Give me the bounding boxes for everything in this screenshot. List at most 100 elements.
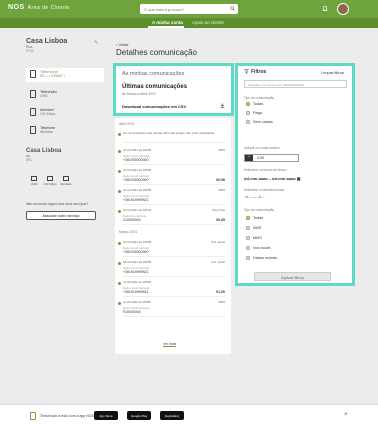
sidebar-item-tv[interactable]: Televisão UHD: [26, 88, 104, 102]
appgallery-button[interactable]: AppGallery: [160, 411, 184, 420]
table-row[interactable]: 19.03.2021 às 19h55 Voz móvel Rede móvel n…: [118, 240, 225, 257]
row-number: 210000000: [123, 218, 141, 222]
status-dot: [118, 302, 121, 305]
row-date: 19.04.2021 às 18h31: [123, 208, 152, 212]
search-input[interactable]: O que está à procura?: [140, 4, 238, 14]
table-row[interactable]: 11.03.2021 às 18h55 Rede móvel nacional +3…: [118, 280, 225, 297]
radio-comm-sms[interactable]: SMS: [246, 226, 261, 230]
row-number: +351930000000: [123, 158, 149, 162]
router-icon: [47, 176, 53, 181]
number-search-input[interactable]: Pesquise um número (ex: 920000000000): [244, 80, 347, 88]
radio-button[interactable]: [246, 246, 250, 250]
table-row[interactable]: 21.04.2021 às 18h55 Rede móvel nacional +3…: [118, 168, 225, 185]
row-number: +351930000000: [123, 250, 149, 254]
download-icon[interactable]: [220, 103, 225, 108]
cost-value[interactable]: 0,00: [257, 156, 264, 160]
nos-logo[interactable]: NOS Área de Cliente: [8, 4, 70, 11]
row-type: SMS: [218, 148, 225, 152]
google-play-button[interactable]: Google Play: [127, 411, 151, 420]
status-dot: [118, 133, 121, 136]
communications-list: Abril 2021 As comunicações das últimas 4…: [115, 118, 231, 354]
tab-support[interactable]: Apoio ao cliente: [192, 20, 224, 25]
communications-card: As minhas comunicações Últimas comunicaç…: [113, 63, 234, 116]
filters-title-text: Filtros: [251, 69, 267, 75]
second-account-title: Casa Lisboa: [26, 148, 62, 154]
radio-button[interactable]: [246, 226, 250, 230]
download-csv-link[interactable]: Download comunicações em CSV: [122, 104, 186, 109]
time-to[interactable]: --h --: [257, 195, 265, 199]
table-row[interactable]: 21.04.2021 às 18h55 SMS Rede móvel naciona…: [118, 188, 225, 205]
sidebar-item-internet[interactable]: Internet 100 Mbps: [26, 106, 104, 120]
radio-button[interactable]: [246, 216, 250, 220]
tab-my-account[interactable]: A minha conta: [152, 20, 183, 25]
radio-type-all[interactable]: Todas: [246, 102, 263, 106]
back-link[interactable]: ‹ Voltar: [116, 42, 129, 47]
row-number: +351919999521: [123, 290, 149, 294]
table-row[interactable]: 11.03.2021 às 18h55 SMS Rede móvel naciona…: [118, 300, 225, 317]
radio-label: Voz móvel: [253, 246, 271, 250]
radio-comm-data[interactable]: Dados móveis: [246, 256, 277, 260]
second-address-2: 3ºC: [26, 158, 32, 162]
time-from[interactable]: --h --: [244, 195, 252, 199]
radio-button[interactable]: [246, 256, 250, 260]
row-date: 19.03.2021 às 19h55: [123, 240, 152, 244]
avatar[interactable]: [337, 3, 349, 15]
radio-button[interactable]: [246, 236, 250, 240]
radio-button[interactable]: [246, 111, 250, 115]
phone-icon: [30, 70, 36, 78]
status-dot: [118, 210, 121, 213]
row-number: +351930000000: [123, 178, 149, 182]
date-to[interactable]: dd-mm-aaaa: [272, 176, 296, 181]
top-bar: NOS Área de Cliente O que está à procura?: [0, 0, 378, 18]
edit-icon[interactable]: ✎: [94, 40, 98, 46]
radio-label: Todas: [253, 102, 264, 106]
sidebar-item-phone[interactable]: Telefone Ilimitado: [26, 124, 104, 138]
note-text: As comunicações das últimas 48 horas pod…: [123, 131, 215, 135]
second-account[interactable]: Casa Lisboa Av. 3ºC: [26, 148, 61, 162]
bell-icon[interactable]: [322, 5, 328, 12]
table-row[interactable]: 21.04.2021 às 18h55 SMS Rede móvel naciona…: [118, 148, 225, 165]
app-store-button[interactable]: App Store: [94, 411, 118, 420]
mini-label: 100 Mbps: [43, 182, 57, 186]
sidebar-item-mobile[interactable]: Telemóvel 93 — / 479007 \: [26, 68, 104, 82]
app-banner-text: Tenha tudo à mão com a app NOS: [40, 414, 94, 418]
row-number: +351919999521: [123, 198, 149, 202]
row-date: 18.03.2021 às 18h55: [123, 260, 152, 264]
sub-nav: A minha conta Apoio ao cliente: [0, 18, 378, 28]
service-detail: Ilimitado: [40, 130, 54, 134]
table-row[interactable]: 18.03.2021 às 18h55 Voz móvel Rede móvel n…: [118, 260, 225, 277]
cost-stepper[interactable]: −0,00: [244, 154, 299, 162]
close-icon[interactable]: ×: [344, 412, 348, 418]
radio-type-paid[interactable]: Paga: [246, 111, 262, 115]
landline-icon: [63, 176, 69, 181]
row-type: SMS: [218, 300, 225, 304]
calendar-icon[interactable]: ▦: [297, 176, 301, 181]
minus-icon[interactable]: −: [245, 155, 253, 161]
row-price: €1,00: [216, 290, 225, 294]
search-icon[interactable]: [230, 6, 235, 11]
mini-service-phone[interactable]: Ilimitado: [56, 176, 76, 186]
see-more-link[interactable]: ver mais: [163, 342, 177, 347]
apply-filters-button[interactable]: Aplicar filtros: [254, 272, 331, 281]
date-range[interactable]: dd-mm-aaaa – dd-mm-aaaa ▦: [244, 176, 300, 181]
radio-button[interactable]: [246, 120, 250, 124]
row-date: 11.03.2021 às 18h55: [123, 280, 151, 284]
date-from[interactable]: dd-mm-aaaa: [244, 176, 268, 181]
radio-comm-mms[interactable]: MMS: [246, 236, 262, 240]
filters-panel: Filtros Limpar filtros Pesquise um númer…: [235, 63, 355, 286]
status-dot: [118, 242, 121, 245]
month-header: Março 2021: [119, 230, 138, 234]
comm-type-label: Tipo de comunicação: [244, 208, 275, 212]
card-period: de Março a Abril 2021: [122, 92, 157, 96]
radio-type-free[interactable]: Sem custos: [246, 120, 273, 124]
radio-comm-voice[interactable]: Voz móvel: [246, 246, 271, 250]
associate-service-button[interactable]: Associar outro serviço: [26, 211, 96, 220]
radio-comm-all[interactable]: Todas: [246, 216, 263, 220]
table-row[interactable]: 19.04.2021 às 18h31 Pay Prise Rede fixa na…: [118, 208, 225, 225]
radio-button[interactable]: [246, 102, 250, 106]
not-found-text: Não encontra algum dos seus serviços?: [26, 202, 89, 206]
time-range[interactable]: --h -- — --h --: [244, 195, 265, 199]
router-icon: [30, 108, 36, 116]
clear-filters-link[interactable]: Limpar filtros: [321, 70, 344, 75]
status-dot: [118, 190, 121, 193]
